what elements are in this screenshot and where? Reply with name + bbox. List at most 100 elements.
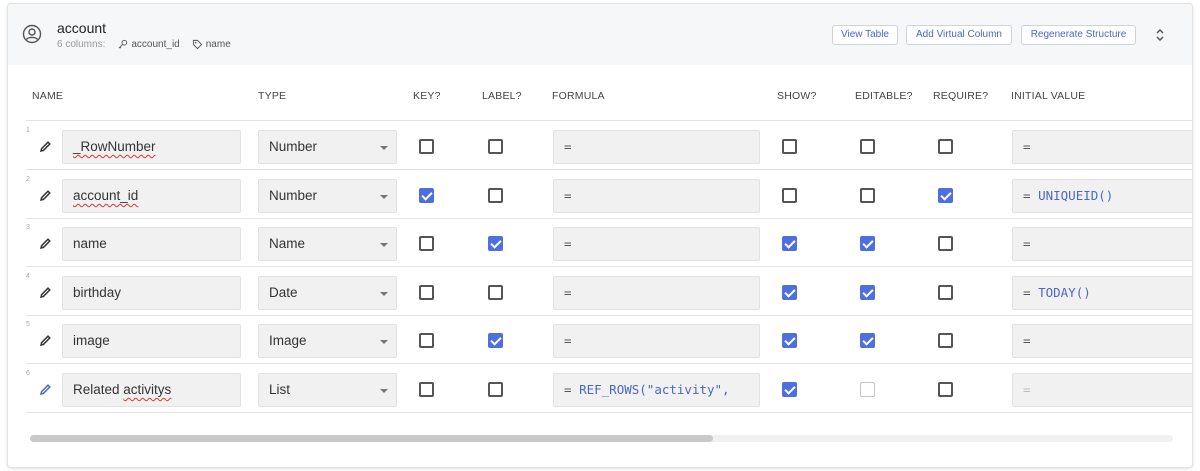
column-name-field[interactable]: image [62, 324, 241, 358]
editable-checkbox[interactable] [860, 188, 875, 203]
column-name-text: _RowNumber [73, 139, 156, 154]
editable-checkbox[interactable] [860, 333, 875, 348]
key-checkbox[interactable] [419, 139, 434, 154]
show-checkbox[interactable] [782, 188, 797, 203]
pencil-icon[interactable] [39, 189, 52, 202]
label-checkbox[interactable] [488, 139, 503, 154]
show-checkbox[interactable] [782, 333, 797, 348]
formula-field[interactable]: = [553, 324, 760, 358]
pencil-icon[interactable] [39, 334, 52, 347]
column-type-value: Name [269, 236, 306, 251]
column-type-value: List [269, 382, 291, 397]
initial-value-field[interactable]: = TODAY() [1012, 276, 1192, 310]
key-checkbox[interactable] [419, 285, 434, 300]
key-checkbox[interactable] [419, 236, 434, 251]
initial-value-equals: = [1023, 285, 1031, 300]
show-checkbox[interactable] [782, 382, 797, 397]
column-type-select[interactable]: Name [258, 227, 397, 261]
unfold-icon[interactable] [1154, 27, 1166, 43]
formula-expression: REF_ROWS("activity", [579, 382, 730, 397]
label-checkbox[interactable] [488, 285, 503, 300]
table-card: account 6 columns: account_id name View … [7, 3, 1193, 468]
chevron-down-icon [380, 243, 388, 247]
pencil-icon[interactable] [39, 383, 52, 396]
show-checkbox[interactable] [782, 139, 797, 154]
column-header-type: TYPE [258, 90, 287, 102]
column-type-value: Image [269, 333, 307, 348]
table-row: 3 name Name = = [8, 220, 1192, 268]
row-divider [26, 363, 1192, 364]
row-divider [26, 266, 1192, 267]
editable-checkbox[interactable] [860, 139, 875, 154]
column-type-select[interactable]: Date [258, 276, 397, 310]
pencil-icon[interactable] [39, 237, 52, 250]
require-checkbox[interactable] [938, 285, 953, 300]
table-row: 4 birthday Date = = TODAY() [8, 269, 1192, 317]
horizontal-scrollbar[interactable] [30, 435, 1173, 442]
account-circle-icon [22, 24, 42, 44]
scrollbar-thumb[interactable] [30, 435, 713, 442]
formula-field[interactable]: = [553, 276, 760, 310]
view-table-button[interactable]: View Table [832, 25, 898, 45]
formula-field[interactable]: = REF_ROWS("activity", [553, 373, 760, 407]
require-checkbox[interactable] [938, 139, 953, 154]
initial-value-field[interactable]: = [1012, 373, 1192, 407]
require-checkbox[interactable] [938, 382, 953, 397]
table-header: account 6 columns: account_id name View … [8, 4, 1192, 65]
column-header-editable: EDITABLE? [855, 90, 913, 102]
formula-field[interactable]: = [553, 179, 760, 213]
formula-equals: = [564, 188, 572, 203]
require-checkbox[interactable] [938, 333, 953, 348]
pencil-icon[interactable] [39, 140, 52, 153]
require-checkbox[interactable] [938, 188, 953, 203]
column-count: 6 columns: [57, 39, 106, 50]
column-header-label: LABEL? [482, 90, 522, 102]
initial-value-field[interactable]: = [1012, 324, 1192, 358]
column-type-select[interactable]: List [258, 373, 397, 407]
column-name-field[interactable]: Related activitys [62, 373, 241, 407]
column-type-value: Number [269, 188, 318, 203]
row-divider [26, 315, 1192, 316]
column-name-field[interactable]: name [62, 227, 241, 261]
column-name-field[interactable]: _RowNumber [62, 130, 241, 164]
column-type-select[interactable]: Number [258, 130, 397, 164]
show-checkbox[interactable] [782, 285, 797, 300]
require-checkbox[interactable] [938, 236, 953, 251]
column-type-value: Date [269, 285, 298, 300]
chevron-down-icon [380, 389, 388, 393]
show-checkbox[interactable] [782, 236, 797, 251]
editable-checkbox[interactable] [860, 382, 875, 397]
label-checkbox[interactable] [488, 188, 503, 203]
initial-value-field[interactable]: = [1012, 227, 1192, 261]
formula-field[interactable]: = [553, 130, 760, 164]
chevron-down-icon [380, 195, 388, 199]
header-divider [26, 120, 1192, 121]
key-field-label: account_id [131, 39, 180, 50]
chevron-down-icon [380, 292, 388, 296]
column-header-require: REQUIRE? [933, 90, 989, 102]
add-virtual-column-button[interactable]: Add Virtual Column [906, 25, 1012, 45]
label-field-label: name [205, 39, 231, 50]
editable-checkbox[interactable] [860, 285, 875, 300]
column-type-select[interactable]: Image [258, 324, 397, 358]
column-name-field[interactable]: account_id [62, 179, 241, 213]
regenerate-structure-button[interactable]: Regenerate Structure [1021, 25, 1136, 45]
column-name-field[interactable]: birthday [62, 276, 241, 310]
pencil-icon[interactable] [39, 286, 52, 299]
formula-field[interactable]: = [553, 227, 760, 261]
label-checkbox[interactable] [488, 236, 503, 251]
key-checkbox[interactable] [419, 333, 434, 348]
column-type-select[interactable]: Number [258, 179, 397, 213]
initial-value-field[interactable]: = [1012, 130, 1192, 164]
table-row: 6 Related activitys List = REF_ROWS("act… [8, 366, 1192, 414]
table-meta: 6 columns: account_id name [57, 39, 231, 50]
row-number: 5 [26, 321, 30, 328]
initial-value-field[interactable]: = UNIQUEID() [1012, 179, 1192, 213]
key-checkbox[interactable] [419, 188, 434, 203]
formula-equals: = [564, 333, 572, 348]
editable-checkbox[interactable] [860, 236, 875, 251]
key-checkbox[interactable] [419, 382, 434, 397]
label-checkbox[interactable] [488, 333, 503, 348]
label-checkbox[interactable] [488, 382, 503, 397]
column-header-name: NAME [32, 90, 64, 102]
